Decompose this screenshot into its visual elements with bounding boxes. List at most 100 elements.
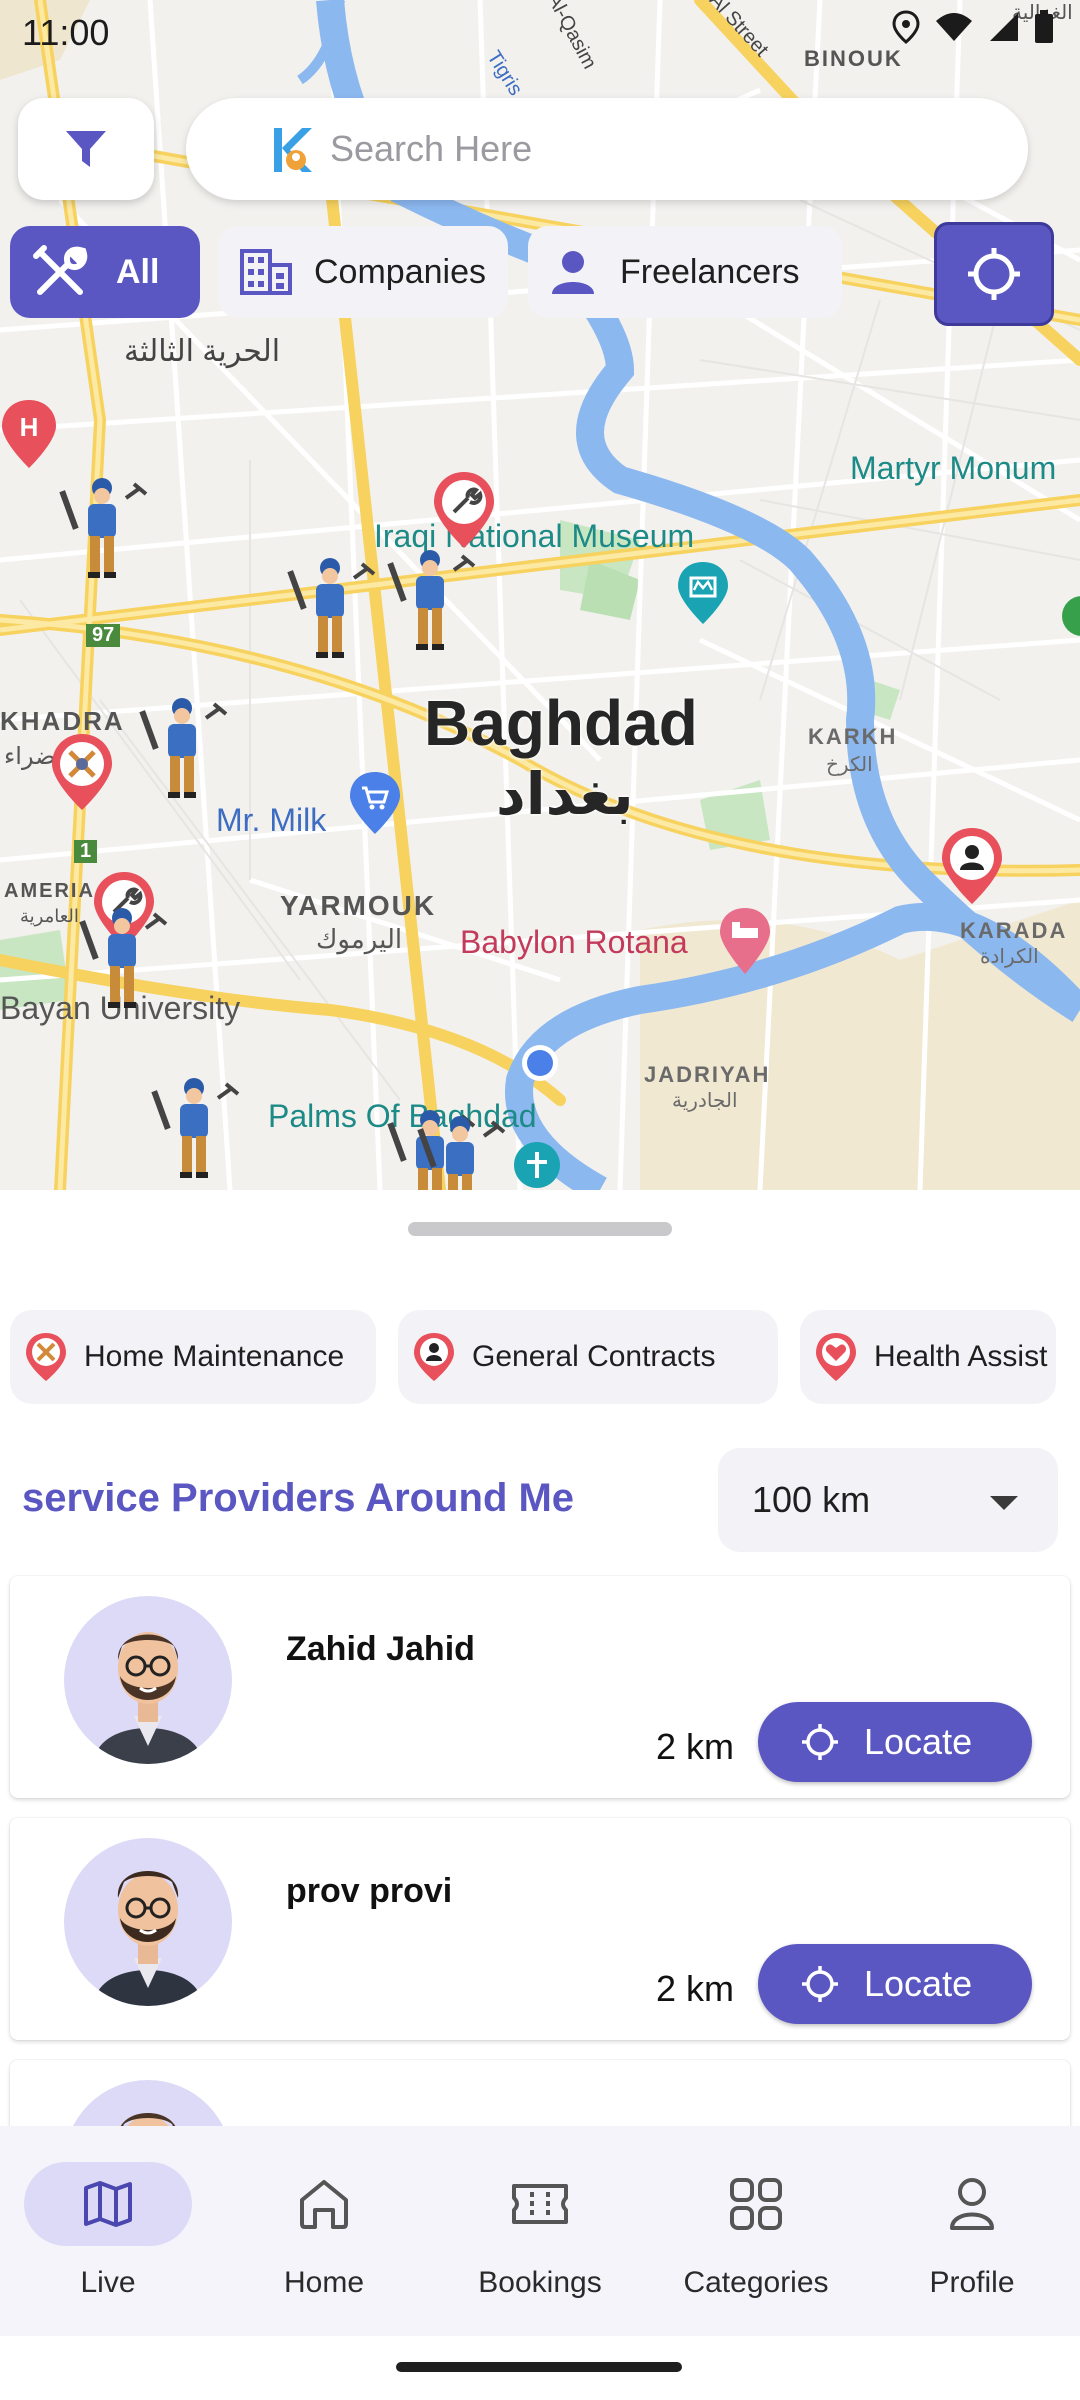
map-label-jadriyah: JADRIYAH [644, 1062, 771, 1087]
ticket-icon [512, 2184, 568, 2224]
worker-marker-icon[interactable] [56, 470, 150, 582]
hospital-poi-icon[interactable]: H [0, 398, 58, 470]
locate-button-label: Locate [864, 1963, 973, 2004]
worker-marker-icon[interactable] [148, 1070, 242, 1182]
my-location-button[interactable] [934, 222, 1054, 326]
chevron-down-icon [990, 1496, 1018, 1510]
map-view[interactable]: BINOUK الغزالية الحرية الثالثة Iraqi Nat… [0, 0, 1080, 1190]
museum-poi-icon[interactable] [676, 560, 730, 626]
shopping-cart-icon[interactable] [348, 770, 402, 836]
avatar [64, 1596, 232, 1764]
filter-chip-freelancers-label: Freelancers [620, 252, 800, 291]
filter-icon [66, 131, 106, 167]
nav-icon-container [456, 2162, 624, 2246]
signal-icon [990, 13, 1018, 41]
avatar-illustration [94, 1632, 202, 1764]
nav-item-bookings[interactable]: Bookings [450, 2162, 630, 2322]
map-label-jadriyah-ar: الجادرية [672, 1090, 738, 1112]
locate-button[interactable]: Locate [758, 1702, 1032, 1782]
worker-marker-icon[interactable] [284, 550, 378, 662]
map-label-yarmouk-ar: اليرموك [316, 924, 403, 954]
nav-icon-container [888, 2162, 1056, 2246]
nav-label: Home [283, 2266, 365, 2299]
provider-card[interactable]: Zahid Jahid 2 km Locate [10, 1576, 1070, 1798]
filter-chip-all[interactable]: All [10, 226, 200, 318]
worker-marker-icon[interactable] [414, 1108, 508, 1190]
search-bar[interactable] [186, 98, 1028, 200]
home-maintenance-pin-icon [26, 1333, 66, 1381]
svg-text:H: H [20, 412, 39, 442]
map-label-binouk: BINOUK [804, 46, 903, 71]
bottom-navigation: Live Home Bookings Categories Profile [0, 2126, 1080, 2336]
bottom-sheet[interactable]: Home Maintenance General Contracts Healt… [0, 1190, 1080, 2126]
locate-button[interactable]: Locate [758, 1944, 1032, 2024]
home-icon [300, 2180, 348, 2229]
service-pin-tools-icon[interactable] [50, 732, 114, 812]
provider-distance: 2 km [656, 1726, 735, 1767]
clinic-poi-icon[interactable] [512, 1140, 562, 1190]
provider-card[interactable]: prov provi 2 km Locate [10, 1818, 1070, 2040]
worker-marker-icon[interactable] [384, 542, 478, 654]
map-label-ameria-ar: العامرية [20, 906, 79, 926]
filter-button[interactable] [18, 98, 154, 200]
nav-item-live[interactable]: Live [18, 2162, 198, 2322]
nav-label: Live [80, 2266, 136, 2299]
map-label-babylon: Babylon Rotana [460, 924, 688, 960]
nav-label: Categories [683, 2266, 829, 2299]
distance-dropdown[interactable]: 100 km [718, 1448, 1058, 1552]
nav-item-home[interactable]: Home [234, 2162, 414, 2322]
person-icon [552, 251, 594, 294]
search-input[interactable] [330, 128, 930, 170]
map-icon [84, 2181, 132, 2227]
nav-icon-container [24, 2162, 192, 2246]
category-chip-health-assist[interactable]: Health Assist [800, 1310, 1056, 1404]
category-chip-general-contracts[interactable]: General Contracts [398, 1310, 778, 1404]
tools-icon [33, 245, 88, 295]
filter-chip-freelancers[interactable]: Freelancers [528, 226, 842, 318]
locate-button-label: Locate [864, 1721, 973, 1762]
nav-item-profile[interactable]: Profile [882, 2162, 1062, 2322]
worker-marker-icon[interactable] [136, 690, 230, 802]
contractor-pin-icon [414, 1333, 454, 1381]
provider-card-partial[interactable] [10, 2060, 1070, 2126]
health-pin-icon [816, 1333, 856, 1381]
map-label-al-hurriya: الحرية الثالثة [124, 335, 281, 368]
category-label: Health Assist [874, 1340, 1048, 1373]
avatar [64, 2080, 232, 2126]
provider-name: prov provi [286, 1872, 453, 1910]
avatar [64, 1838, 232, 2006]
home-indicator[interactable] [396, 2362, 682, 2372]
filter-chip-companies-label: Companies [314, 252, 486, 291]
map-city-name: Baghdad [424, 687, 698, 759]
crosshair-icon [968, 248, 1020, 300]
hotel-poi-icon[interactable] [718, 906, 772, 976]
nav-item-categories[interactable]: Categories [666, 2162, 846, 2322]
building-icon [240, 249, 292, 295]
section-title: service Providers Around Me [22, 1476, 575, 1520]
sheet-drag-handle[interactable] [408, 1222, 672, 1236]
map-label-yarmouk: YARMOUK [280, 890, 437, 921]
map-label-karada-ar: الكرادة [980, 946, 1039, 968]
grid-icon [730, 2178, 782, 2230]
map-label-mr-milk: Mr. Milk [216, 802, 327, 838]
map-road-1: 1 [74, 840, 98, 863]
filter-chip-companies[interactable]: Companies [218, 226, 508, 318]
category-chip-home-maintenance[interactable]: Home Maintenance [10, 1310, 376, 1404]
status-icons [892, 10, 1054, 44]
map-city-name-ar: بغداد [496, 762, 634, 827]
worker-marker-icon[interactable] [76, 900, 170, 1012]
service-pin-contractor-icon[interactable] [940, 826, 1004, 906]
nav-icon-container [240, 2162, 408, 2246]
map-label-khadra-ar: ضراء [4, 743, 56, 770]
category-label: General Contracts [472, 1340, 716, 1373]
wifi-icon [936, 13, 972, 41]
crosshair-icon [802, 1966, 838, 2002]
map-road-97: 97 [86, 624, 121, 647]
park-poi-icon[interactable] [1060, 590, 1080, 650]
service-pin-wrench-icon[interactable] [432, 470, 496, 550]
status-time: 11:00 [22, 12, 110, 53]
provider-distance: 2 km [656, 1968, 735, 2009]
crosshair-icon [802, 1724, 838, 1760]
user-icon [950, 2178, 994, 2230]
category-label: Home Maintenance [84, 1340, 345, 1373]
